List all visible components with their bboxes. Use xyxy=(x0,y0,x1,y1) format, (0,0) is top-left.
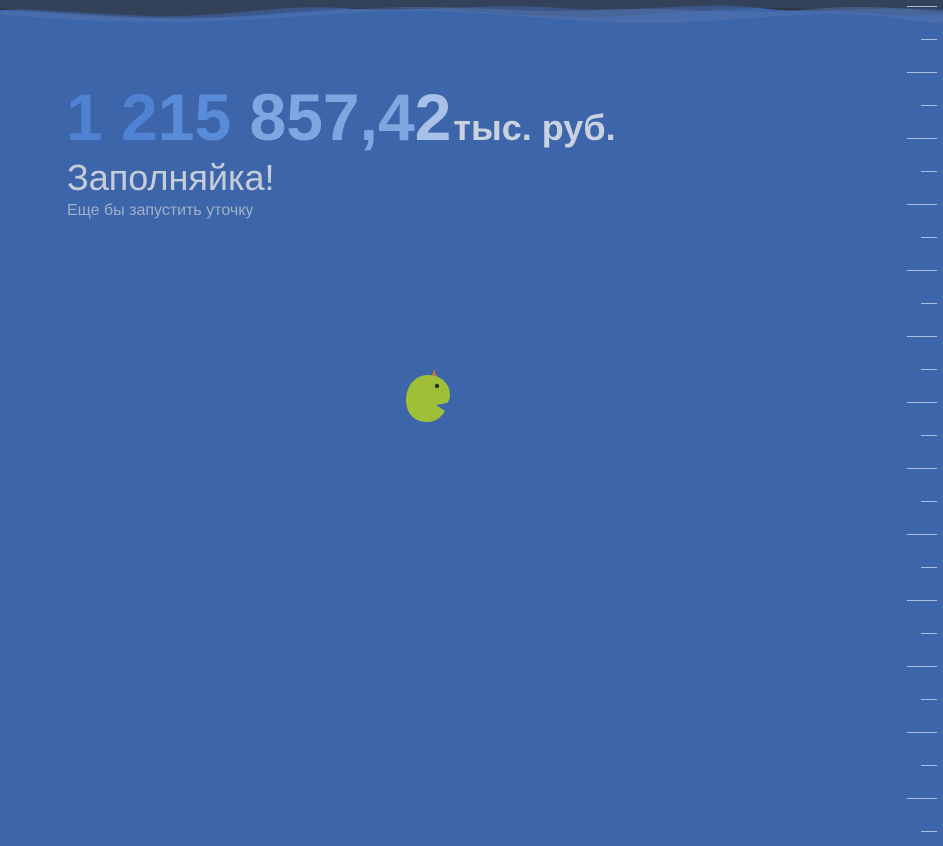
ruler-tick xyxy=(907,798,937,799)
ruler-tick xyxy=(907,270,937,271)
ruler-tick xyxy=(921,171,937,172)
amount-digits-3: 857,4 xyxy=(231,80,415,154)
ruler-tick xyxy=(921,567,937,568)
ruler-tick xyxy=(907,204,937,205)
ruler-tick xyxy=(907,402,937,403)
app-stage: 1 215 857,42 тыс. руб. Заполняйка! Еще б… xyxy=(0,0,943,846)
ruler-tick xyxy=(921,831,937,832)
ruler-tick xyxy=(907,732,937,733)
ruler-tick xyxy=(921,765,937,766)
amount-digits-4: 2 xyxy=(414,80,452,154)
ruler-tick xyxy=(921,303,937,304)
ruler-tick xyxy=(907,6,937,7)
wave-decoration xyxy=(0,0,943,23)
ruler-tick xyxy=(907,534,937,535)
duck-eye xyxy=(434,383,440,389)
amount-unit: тыс. руб. xyxy=(453,107,616,148)
amount-value: 1 215 857,42 xyxy=(66,80,451,154)
duck-body xyxy=(406,375,450,422)
amount-counter: 1 215 857,42 тыс. руб. xyxy=(66,80,616,154)
amount-digits-2: 15 xyxy=(157,80,232,154)
ruler-tick xyxy=(921,501,937,502)
level-ruler xyxy=(903,0,943,846)
ruler-tick xyxy=(921,699,937,700)
ruler-tick xyxy=(921,369,937,370)
ruler-tick xyxy=(907,138,937,139)
ruler-tick xyxy=(921,39,937,40)
status-title: Заполняйка! xyxy=(67,157,275,198)
duck-icon[interactable] xyxy=(403,367,453,425)
ruler-tick xyxy=(921,435,937,436)
ruler-tick xyxy=(907,666,937,667)
ruler-tick xyxy=(921,633,937,634)
ruler-tick xyxy=(921,105,937,106)
ruler-tick xyxy=(907,72,937,73)
ruler-tick xyxy=(907,468,937,469)
ruler-tick xyxy=(921,237,937,238)
amount-digits-1: 1 2 xyxy=(66,80,158,154)
status-caption: Еще бы запустить уточку xyxy=(67,202,254,219)
ruler-tick xyxy=(907,600,937,601)
ruler-tick xyxy=(907,336,937,337)
